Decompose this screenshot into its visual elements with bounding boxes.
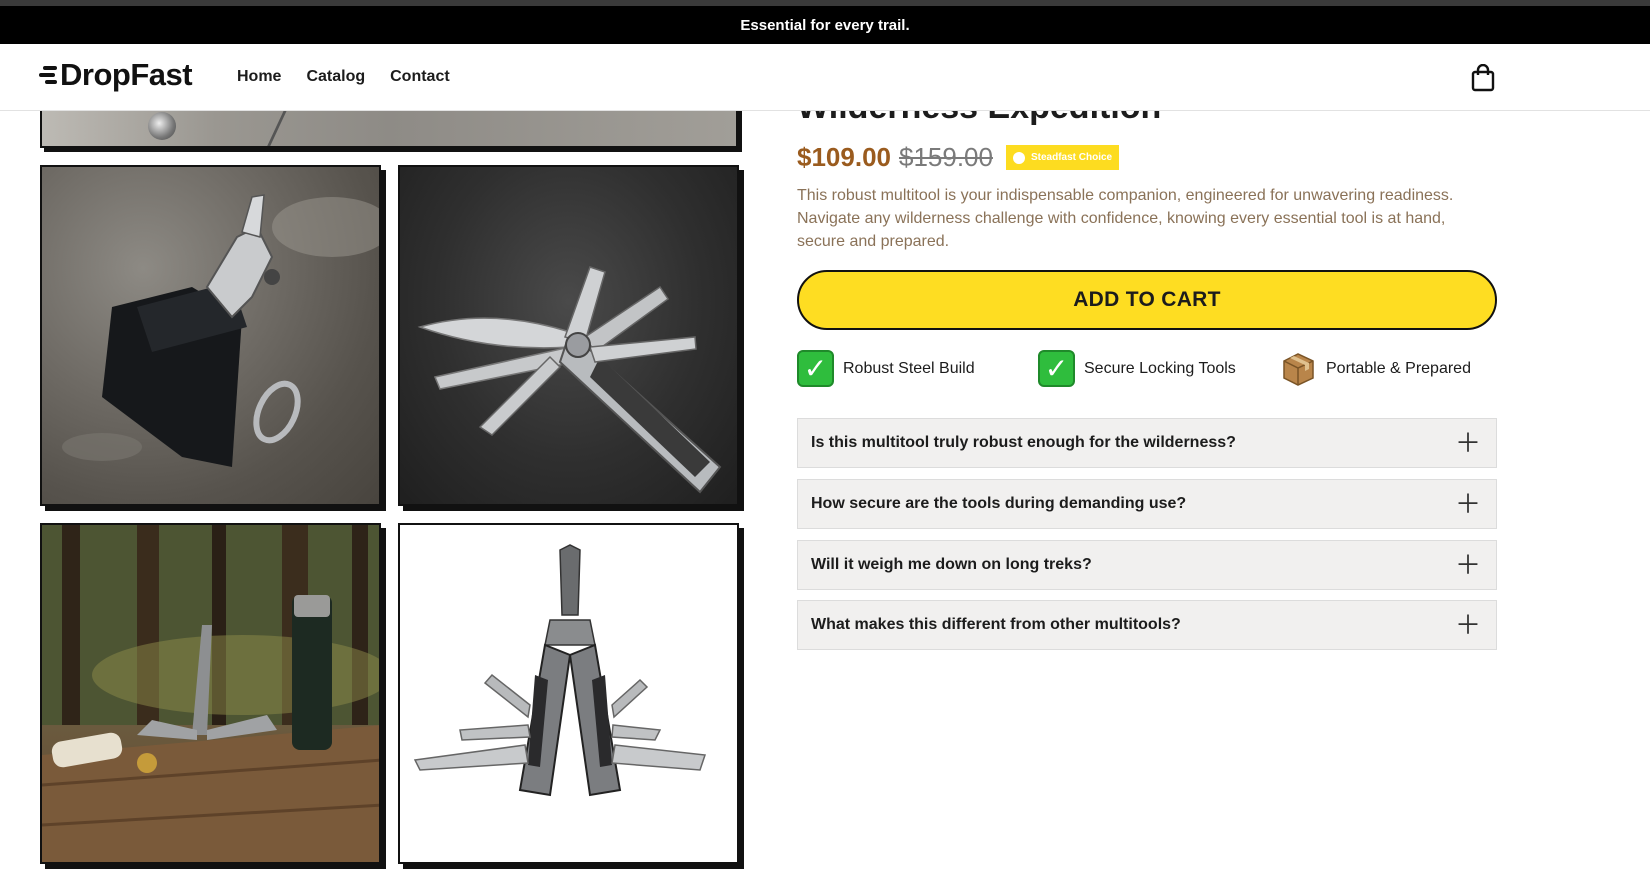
gallery-thumbnail-pouch[interactable] xyxy=(40,165,381,506)
feature-item: ✓ Robust Steel Build xyxy=(797,350,975,387)
steadfast-choice-badge: Steadfast Choice xyxy=(1005,145,1120,170)
logo[interactable]: DropFast xyxy=(39,57,193,93)
multitool-on-table-forest-image xyxy=(42,525,379,862)
faq-question: What makes this different from other mul… xyxy=(811,616,1181,633)
feature-label: Portable & Prepared xyxy=(1326,359,1471,377)
nav-contact[interactable]: Contact xyxy=(390,68,450,86)
site-header: DropFast Home Catalog Contact xyxy=(0,44,1650,111)
faq-question: Will it weigh me down on long treks? xyxy=(811,556,1092,573)
multitool-studio-image xyxy=(413,544,707,797)
announcement-text: Essential for every trail. xyxy=(740,16,910,34)
badge-icon xyxy=(1012,151,1025,164)
feature-list: ✓ Robust Steel Build ✓ Secure Locking To… xyxy=(797,350,1497,388)
screw-detail xyxy=(148,112,176,140)
check-mark-icon: ✓ xyxy=(1038,350,1075,387)
faq-question: How secure are the tools during demandin… xyxy=(811,495,1187,512)
faq-item[interactable]: Will it weigh me down on long treks? ＋ xyxy=(797,540,1497,590)
faq-item[interactable]: What makes this different from other mul… xyxy=(797,600,1497,650)
gallery-thumbnail-forest[interactable] xyxy=(40,523,381,864)
plus-icon: ＋ xyxy=(1454,610,1481,640)
faq-item[interactable]: Is this multitool truly robust enough fo… xyxy=(797,418,1497,468)
announcement-bar: Essential for every trail. xyxy=(0,6,1650,44)
nav-home[interactable]: Home xyxy=(237,68,281,86)
product-page: Essential for every trail. DropFast Home… xyxy=(0,0,1650,877)
badge-label: Steadfast Choice xyxy=(1030,152,1113,163)
package-icon xyxy=(1280,350,1317,387)
multitool-open-blades-image xyxy=(417,266,722,494)
feature-item: ✓ Secure Locking Tools xyxy=(1038,350,1236,387)
price-row: $109.00 $159.00 Steadfast Choice xyxy=(797,142,1120,173)
feature-item: Portable & Prepared xyxy=(1280,350,1471,387)
main-nav: Home Catalog Contact xyxy=(237,68,450,86)
plus-icon: ＋ xyxy=(1454,550,1481,580)
plus-icon: ＋ xyxy=(1454,428,1481,458)
faq-item[interactable]: How secure are the tools during demandin… xyxy=(797,479,1497,529)
faq-question: Is this multitool truly robust enough fo… xyxy=(811,434,1236,451)
feature-label: Secure Locking Tools xyxy=(1084,359,1236,377)
multitool-in-pouch-image xyxy=(62,194,379,467)
compare-price: $159.00 xyxy=(898,142,993,172)
feature-label: Robust Steel Build xyxy=(843,359,975,377)
gallery-thumbnail-open-tools[interactable] xyxy=(398,165,739,506)
shopping-bag-icon[interactable] xyxy=(1470,63,1496,92)
check-mark-icon: ✓ xyxy=(797,350,834,387)
plus-icon: ＋ xyxy=(1454,489,1481,519)
logo-speed-lines-icon xyxy=(39,62,59,88)
gallery-thumbnail-white-bg[interactable] xyxy=(398,523,739,864)
add-to-cart-button[interactable]: ADD TO CART xyxy=(797,270,1497,330)
nav-catalog[interactable]: Catalog xyxy=(306,68,365,86)
sale-price: $109.00 xyxy=(797,142,891,172)
logo-text: DropFast xyxy=(60,57,193,92)
product-description: This robust multitool is your indispensa… xyxy=(797,187,1454,250)
